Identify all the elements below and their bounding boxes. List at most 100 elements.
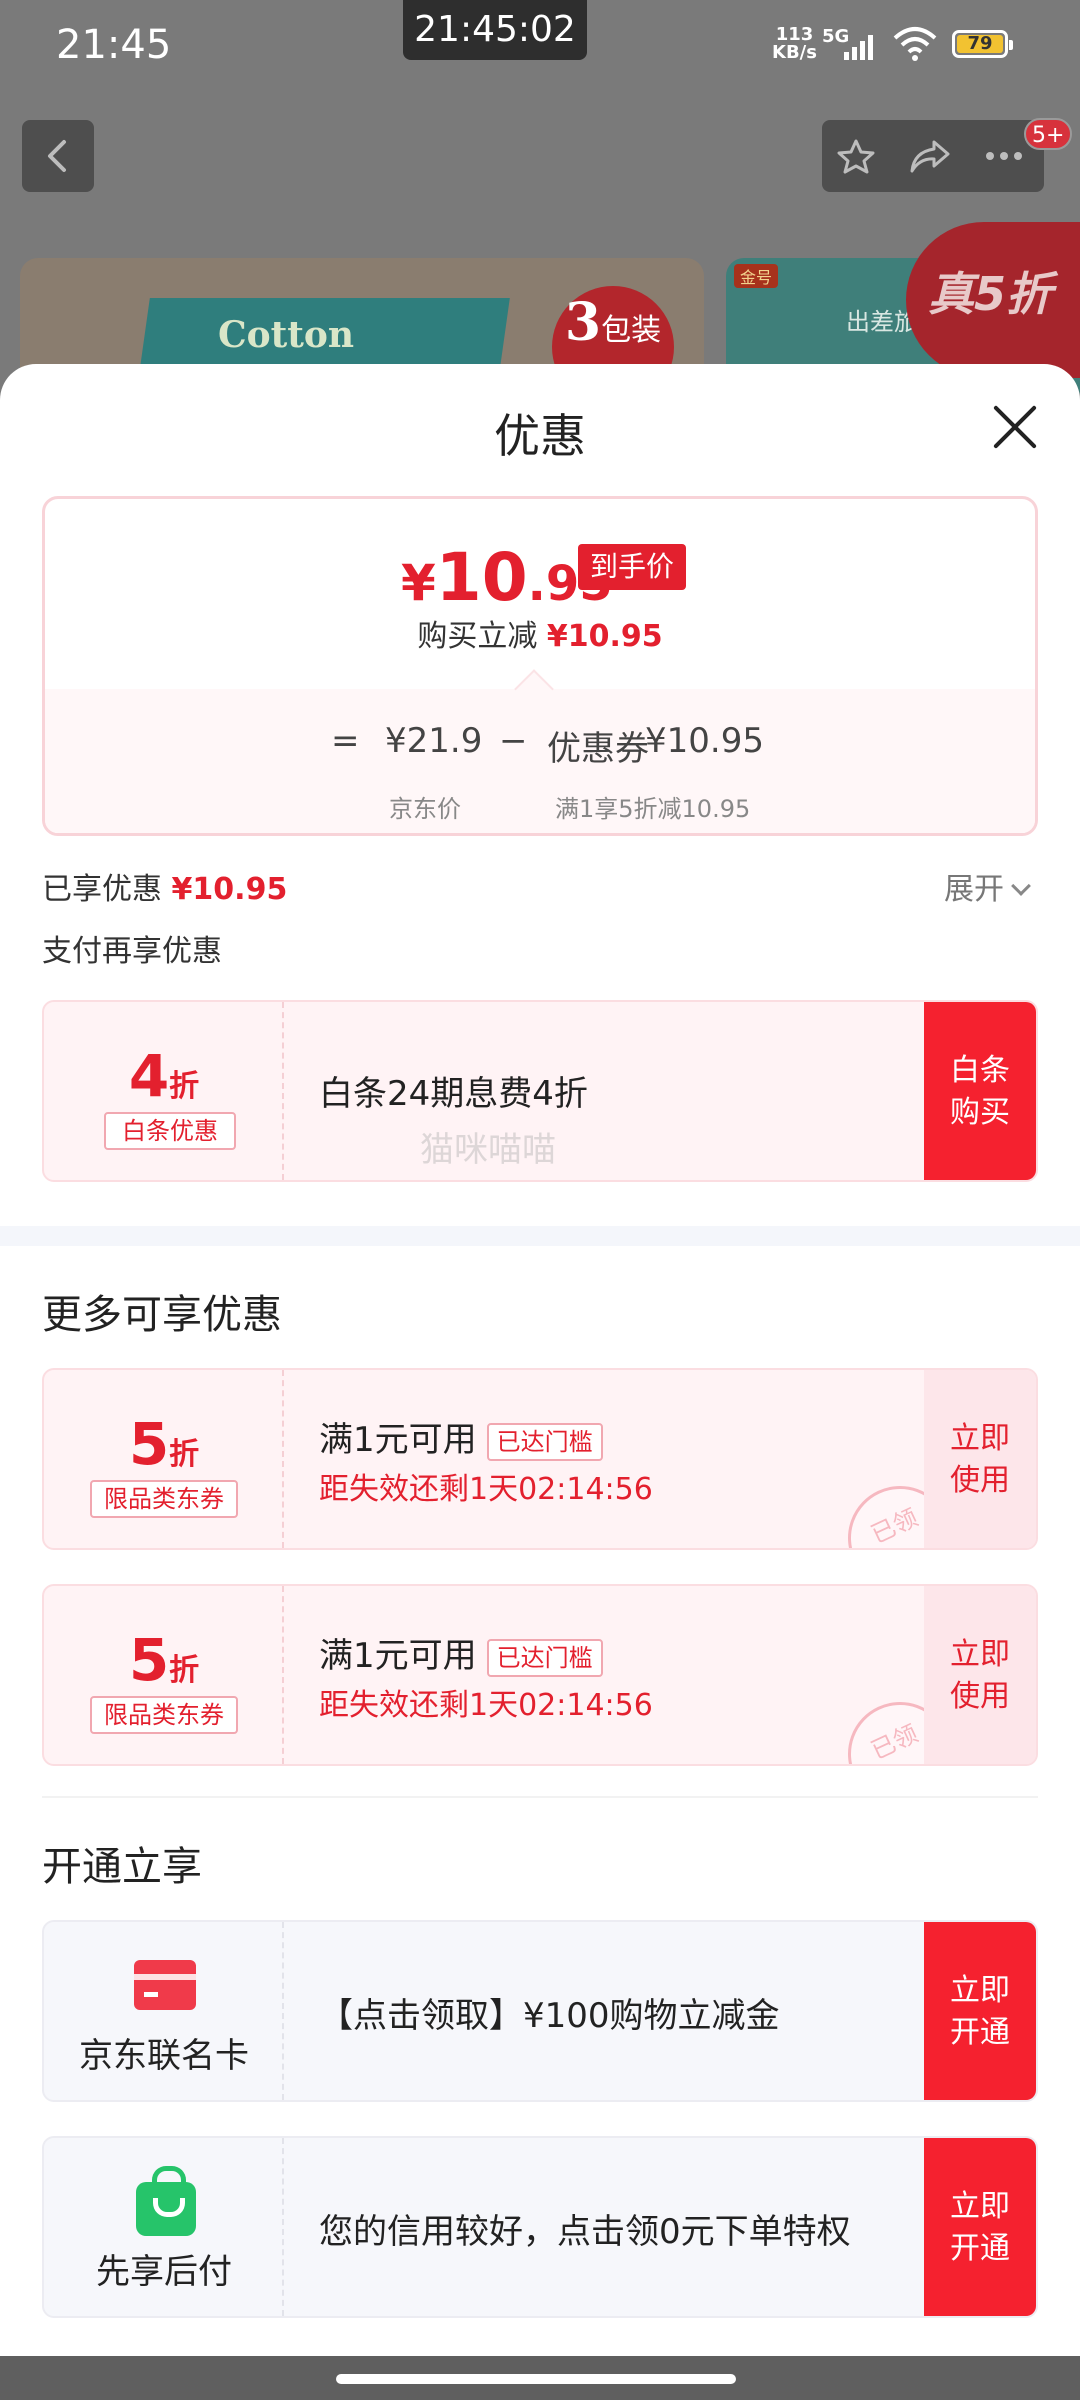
buy-now-pay-later-offer: 先享后付 您的信用较好，点击领0元下单特权 立即 开通 xyxy=(42,2136,1038,2318)
network-speed-unit: KB/s xyxy=(772,42,817,63)
button-line-1: 立即 xyxy=(950,2189,1010,2224)
star-icon[interactable] xyxy=(834,138,878,174)
top-actions-bar xyxy=(822,120,1044,192)
coupon-card: 5折 限品类东券 满1元可用 已达门槛 距失效还剩1天02:14:56 已领 立即… xyxy=(42,1368,1038,1550)
final-price-currency: ¥ xyxy=(401,554,436,612)
button-line-2: 购买 xyxy=(950,1095,1010,1130)
baitiao-buy-button[interactable]: 白条 购买 xyxy=(924,1002,1036,1180)
gold-tag: 金号 xyxy=(734,264,779,288)
button-line-2: 使用 xyxy=(950,1679,1010,1714)
coupon-card: 5折 限品类东券 满1元可用 已达门槛 距失效还剩1天02:14:56 已领 立即… xyxy=(42,1584,1038,1766)
condition-text: 满1元可用 xyxy=(319,1420,477,1460)
open-now-button[interactable]: 立即 开通 xyxy=(924,1922,1036,2100)
close-icon[interactable] xyxy=(990,402,1040,452)
expand-toggle[interactable]: 展开 xyxy=(944,864,1031,908)
threshold-badge: 已达门槛 xyxy=(486,1422,603,1461)
instant-cut-value: ¥10.95 xyxy=(546,619,663,654)
formula-equals: = xyxy=(331,721,360,761)
promo-badge: 真5折 xyxy=(906,222,1080,378)
notification-badge: 5+ xyxy=(1024,118,1073,150)
section-divider xyxy=(42,1796,1038,1798)
coupon-value: ¥10.95 xyxy=(645,721,764,761)
coupon-countdown: 距失效还剩1天02:14:56 xyxy=(319,1472,653,1507)
button-line-1: 立即 xyxy=(950,1637,1010,1672)
service-desc: 您的信用较好，点击领0元下单特权 xyxy=(319,2212,851,2252)
formula-minus: − xyxy=(499,721,528,761)
button-line-1: 立即 xyxy=(950,1421,1010,1456)
coupon-caption: 满1享5折减10.95 xyxy=(555,795,751,823)
pack-badge-text: 包装 xyxy=(601,313,662,348)
service-desc: 【点击领取】¥100购物立减金 xyxy=(319,1996,780,2036)
button-line-2: 开通 xyxy=(950,2015,1010,2050)
instant-cut-label: 购买立减 xyxy=(417,619,538,654)
chevron-down-icon xyxy=(1011,876,1031,896)
final-price-tag: 到手价 xyxy=(578,544,687,590)
coupon-discount: 5折 xyxy=(44,1410,284,1478)
section-divider xyxy=(0,1226,1080,1246)
button-line-1: 立即 xyxy=(950,1973,1010,2008)
discount-number: 4 xyxy=(128,1042,170,1110)
service-left: 先享后付 xyxy=(44,2138,284,2316)
final-price-integer: 10 xyxy=(435,539,528,616)
discount-number: 5 xyxy=(128,1626,170,1694)
jd-price-caption: 京东价 xyxy=(389,795,461,823)
use-now-button[interactable]: 立即 使用 xyxy=(924,1586,1036,1764)
discount-unit: 折 xyxy=(169,1437,200,1472)
network-speed: 113 KB/s xyxy=(772,26,817,62)
coupon-kind: 限品类东券 xyxy=(90,1480,238,1518)
status-bar: 21:45 21:45:02 113 KB/s 5G 79 xyxy=(0,0,1080,80)
coupon-discount: 5折 xyxy=(44,1626,284,1694)
tissue-brand-text: Cotton xyxy=(218,314,355,356)
coupon-kind: 白条优惠 xyxy=(104,1112,236,1150)
chevron-left-icon xyxy=(48,140,66,172)
back-button[interactable] xyxy=(22,120,94,192)
shopping-bag-icon xyxy=(136,2166,196,2236)
coupon-countdown: 距失效还剩1天02:14:56 xyxy=(319,1688,653,1723)
home-indicator[interactable] xyxy=(336,2374,736,2384)
service-name: 先享后付 xyxy=(96,2252,232,2292)
coupon-condition: 满1元可用 已达门槛 xyxy=(319,1628,603,1677)
coupon-discount: 4折 xyxy=(44,1042,284,1110)
enjoyed-value: ¥10.95 xyxy=(171,872,288,907)
discount-unit: 折 xyxy=(169,1069,200,1104)
coupon-label: 优惠券 xyxy=(547,729,649,769)
signal-icon xyxy=(844,34,873,60)
button-line-1: 白条 xyxy=(950,1053,1010,1088)
status-center-clock: 21:45:02 xyxy=(403,0,587,60)
watermark-text: 猫咪喵喵 xyxy=(420,1130,556,1170)
button-line-2: 开通 xyxy=(950,2231,1010,2266)
open-now-button[interactable]: 立即 开通 xyxy=(924,2138,1036,2316)
pack-badge-number: 3 xyxy=(564,292,602,353)
battery-level: 79 xyxy=(957,35,1003,53)
instant-cut: 购买立减 ¥10.95 xyxy=(45,611,1035,655)
use-now-button[interactable]: 立即 使用 xyxy=(924,1370,1036,1548)
discount-number: 5 xyxy=(128,1410,170,1478)
coupon-desc: 白条24期息费4折 xyxy=(319,1074,588,1114)
wifi-icon xyxy=(893,27,937,61)
discount-unit: 折 xyxy=(169,1653,200,1688)
pay-section-title: 支付再享优惠 xyxy=(42,934,222,969)
discount-sheet: 优惠 ¥10.95 到手价 购买立减 ¥10.95 = ¥21.9 − 优惠券 … xyxy=(0,364,1080,2356)
enjoyed-label: 已享优惠 xyxy=(42,872,162,907)
status-time: 21:45 xyxy=(56,22,172,68)
condition-text: 满1元可用 xyxy=(319,1636,477,1676)
service-left: 京东联名卡 xyxy=(44,1922,284,2100)
price-summary-card: ¥10.95 到手价 购买立减 ¥10.95 = ¥21.9 − 优惠券 ¥10… xyxy=(42,496,1038,836)
coupon-condition: 满1元可用 已达门槛 xyxy=(319,1412,603,1461)
threshold-badge: 已达门槛 xyxy=(486,1638,603,1677)
jd-cobrand-card-offer: 京东联名卡 【点击领取】¥100购物立减金 立即 开通 xyxy=(42,1920,1038,2102)
open-section-title: 开通立享 xyxy=(42,1844,202,1890)
coupon-kind: 限品类东券 xyxy=(90,1696,238,1734)
more-icon[interactable] xyxy=(982,138,1026,174)
expand-label: 展开 xyxy=(944,872,1004,907)
enjoyed-discount: 已享优惠 ¥10.95 xyxy=(42,864,287,908)
share-icon[interactable] xyxy=(908,138,952,174)
button-line-2: 使用 xyxy=(950,1463,1010,1498)
jd-price: ¥21.9 xyxy=(385,721,483,761)
battery-icon: 79 xyxy=(952,30,1013,58)
more-section-title: 更多可享优惠 xyxy=(42,1292,282,1338)
price-formula-area xyxy=(45,689,1035,833)
credit-card-icon xyxy=(134,1960,196,2010)
sheet-title: 优惠 xyxy=(494,409,586,463)
service-name: 京东联名卡 xyxy=(79,2036,249,2076)
